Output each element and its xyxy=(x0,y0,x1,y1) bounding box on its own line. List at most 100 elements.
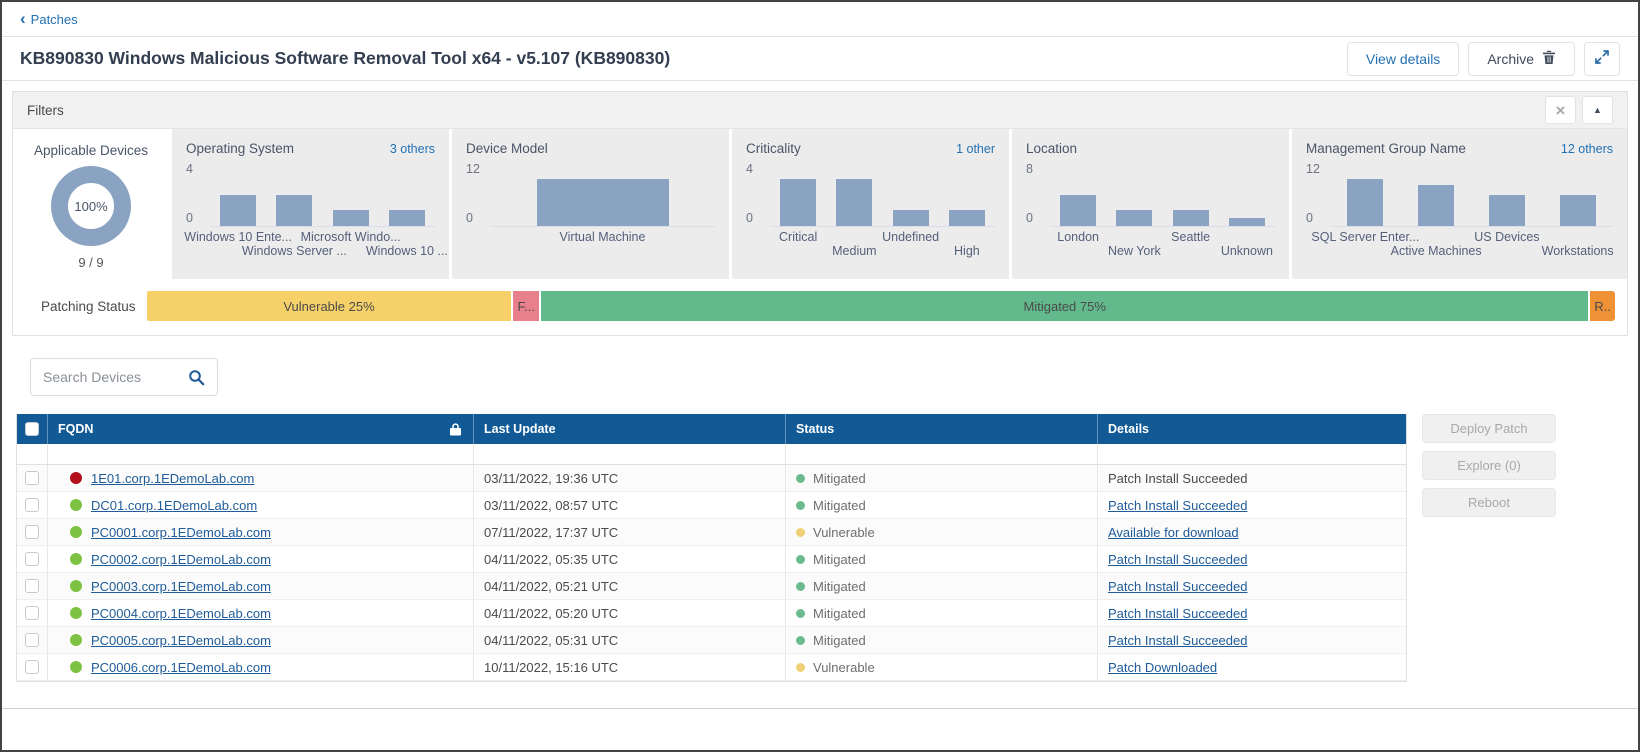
filters-header: Filters × ▲ xyxy=(13,92,1627,129)
search-input[interactable] xyxy=(43,369,188,385)
fqdn-link[interactable]: PC0002.corp.1EDemoLab.com xyxy=(91,552,271,567)
column-header-fqdn[interactable]: FQDN xyxy=(47,414,473,444)
bar-windows-10-ente[interactable] xyxy=(220,195,256,226)
fqdn-link[interactable]: 1E01.corp.1EDemoLab.com xyxy=(91,471,254,486)
bar-windows-10[interactable] xyxy=(389,210,425,226)
row-checkbox[interactable] xyxy=(25,633,39,647)
others-link[interactable]: 12 others xyxy=(1561,142,1613,156)
applicable-devices-donut: 100% xyxy=(51,166,131,246)
device-health-dot xyxy=(70,553,82,565)
status-header-label: Status xyxy=(796,422,834,436)
close-icon: × xyxy=(1556,102,1566,119)
breadcrumb-back-link[interactable]: ‹ Patches xyxy=(20,12,78,27)
details-link[interactable]: Patch Downloaded xyxy=(1108,660,1217,675)
bar-unknown[interactable] xyxy=(1229,218,1265,226)
x-label-active-machines: Active Machines xyxy=(1391,244,1482,258)
bar-undefined[interactable] xyxy=(893,210,929,226)
y-axis-max: 4 xyxy=(186,162,193,176)
bar-critical[interactable] xyxy=(780,179,816,226)
mini-bar-chart: 120 xyxy=(1306,164,1613,227)
last-update-cell: 03/11/2022, 19:36 UTC xyxy=(473,465,785,491)
trash-icon xyxy=(1542,50,1556,68)
fqdn-link[interactable]: PC0004.corp.1EDemoLab.com xyxy=(91,606,271,621)
status-dot xyxy=(796,528,805,537)
row-checkbox[interactable] xyxy=(25,471,39,485)
patching-segment-r[interactable]: R.. xyxy=(1590,291,1615,321)
title-bar: KB890830 Windows Malicious Software Remo… xyxy=(2,37,1638,81)
filter-tile-device-model[interactable]: Device Model120Virtual Machine xyxy=(452,129,729,279)
filter-tile-location[interactable]: Location80LondonNew YorkSeattleUnknown xyxy=(1012,129,1289,279)
filter-tile-applicable-devices[interactable]: Applicable Devices 100% 9 / 9 xyxy=(13,129,169,279)
details-link[interactable]: Patch Install Succeeded xyxy=(1108,552,1247,567)
explore-0-button[interactable]: Explore (0) xyxy=(1422,451,1556,480)
x-label-seattle: Seattle xyxy=(1171,230,1210,244)
row-checkbox[interactable] xyxy=(25,579,39,593)
patching-segment-mitigated-75[interactable]: Mitigated 75% xyxy=(541,291,1588,321)
patching-segment-vulnerable-25[interactable]: Vulnerable 25% xyxy=(147,291,511,321)
details-link[interactable]: Patch Install Succeeded xyxy=(1108,579,1247,594)
device-health-dot xyxy=(70,499,82,511)
column-header-status[interactable]: Status xyxy=(785,414,1097,444)
bar-us-devices[interactable] xyxy=(1489,195,1525,226)
clear-filters-button[interactable]: × xyxy=(1545,96,1576,124)
row-checkbox[interactable] xyxy=(25,525,39,539)
bar-workstations[interactable] xyxy=(1560,195,1596,226)
row-checkbox[interactable] xyxy=(25,660,39,674)
fqdn-link[interactable]: PC0001.corp.1EDemoLab.com xyxy=(91,525,271,540)
details-cell: Available for download xyxy=(1097,519,1406,545)
applicable-devices-title: Applicable Devices xyxy=(27,143,155,158)
y-axis: 120 xyxy=(466,164,490,227)
row-checkbox[interactable] xyxy=(25,606,39,620)
patching-segment-f[interactable]: F... xyxy=(513,291,539,321)
reboot-button[interactable]: Reboot xyxy=(1422,488,1556,517)
search-icon[interactable] xyxy=(188,369,205,386)
deploy-patch-button[interactable]: Deploy Patch xyxy=(1422,414,1556,443)
details-text: Patch Install Succeeded xyxy=(1108,471,1247,486)
others-link[interactable]: 3 others xyxy=(390,142,435,156)
bar-sql-server-enter[interactable] xyxy=(1347,179,1383,226)
bar-active-machines[interactable] xyxy=(1418,185,1454,226)
expand-button[interactable] xyxy=(1584,42,1620,76)
bar-windows-server[interactable] xyxy=(276,195,312,226)
archive-button[interactable]: Archive xyxy=(1468,42,1575,76)
row-checkbox-cell xyxy=(17,573,47,599)
patching-segment-label: F... xyxy=(518,299,535,314)
bar-london[interactable] xyxy=(1060,195,1096,226)
details-link[interactable]: Patch Install Succeeded xyxy=(1108,606,1247,621)
table-row: PC0004.corp.1EDemoLab.com04/11/2022, 05:… xyxy=(17,600,1406,627)
fqdn-link[interactable]: DC01.corp.1EDemoLab.com xyxy=(91,498,257,513)
fqdn-link[interactable]: PC0005.corp.1EDemoLab.com xyxy=(91,633,271,648)
breadcrumb-label: Patches xyxy=(31,12,78,27)
column-header-details[interactable]: Details xyxy=(1097,414,1406,444)
collapse-icon: ▲ xyxy=(1593,106,1602,115)
bar-microsoft-windo[interactable] xyxy=(333,210,369,226)
filter-tile-operating-system[interactable]: Operating System3 others40Windows 10 Ent… xyxy=(172,129,449,279)
row-checkbox[interactable] xyxy=(25,552,39,566)
fqdn-link[interactable]: PC0003.corp.1EDemoLab.com xyxy=(91,579,271,594)
bar-new-york[interactable] xyxy=(1116,210,1152,226)
details-link[interactable]: Available for download xyxy=(1108,525,1239,540)
collapse-filters-button[interactable]: ▲ xyxy=(1582,96,1613,124)
row-checkbox[interactable] xyxy=(25,498,39,512)
bar-medium[interactable] xyxy=(836,179,872,226)
lock-icon xyxy=(450,423,461,436)
fqdn-link[interactable]: PC0006.corp.1EDemoLab.com xyxy=(91,660,271,675)
others-link[interactable]: 1 other xyxy=(956,142,995,156)
bar-high[interactable] xyxy=(949,210,985,226)
column-header-last-update[interactable]: Last Update xyxy=(473,414,785,444)
view-details-button[interactable]: View details xyxy=(1347,42,1459,76)
table-row: PC0002.corp.1EDemoLab.com04/11/2022, 05:… xyxy=(17,546,1406,573)
status-cell: Mitigated xyxy=(785,627,1097,653)
x-label-high: High xyxy=(954,244,980,258)
table-row: PC0006.corp.1EDemoLab.com10/11/2022, 15:… xyxy=(17,654,1406,681)
details-link[interactable]: Patch Install Succeeded xyxy=(1108,498,1247,513)
bar-seattle[interactable] xyxy=(1173,210,1209,226)
y-axis-max: 4 xyxy=(746,162,753,176)
table-row: PC0001.corp.1EDemoLab.com07/11/2022, 17:… xyxy=(17,519,1406,546)
filter-tile-criticality[interactable]: Criticality1 other40CriticalMediumUndefi… xyxy=(732,129,1009,279)
bar-virtual-machine[interactable] xyxy=(537,179,669,226)
fqdn-cell: PC0001.corp.1EDemoLab.com xyxy=(47,519,473,545)
details-link[interactable]: Patch Install Succeeded xyxy=(1108,633,1247,648)
filter-tile-management-group-name[interactable]: Management Group Name12 others120SQL Ser… xyxy=(1292,129,1627,279)
select-all-checkbox[interactable] xyxy=(25,422,39,436)
